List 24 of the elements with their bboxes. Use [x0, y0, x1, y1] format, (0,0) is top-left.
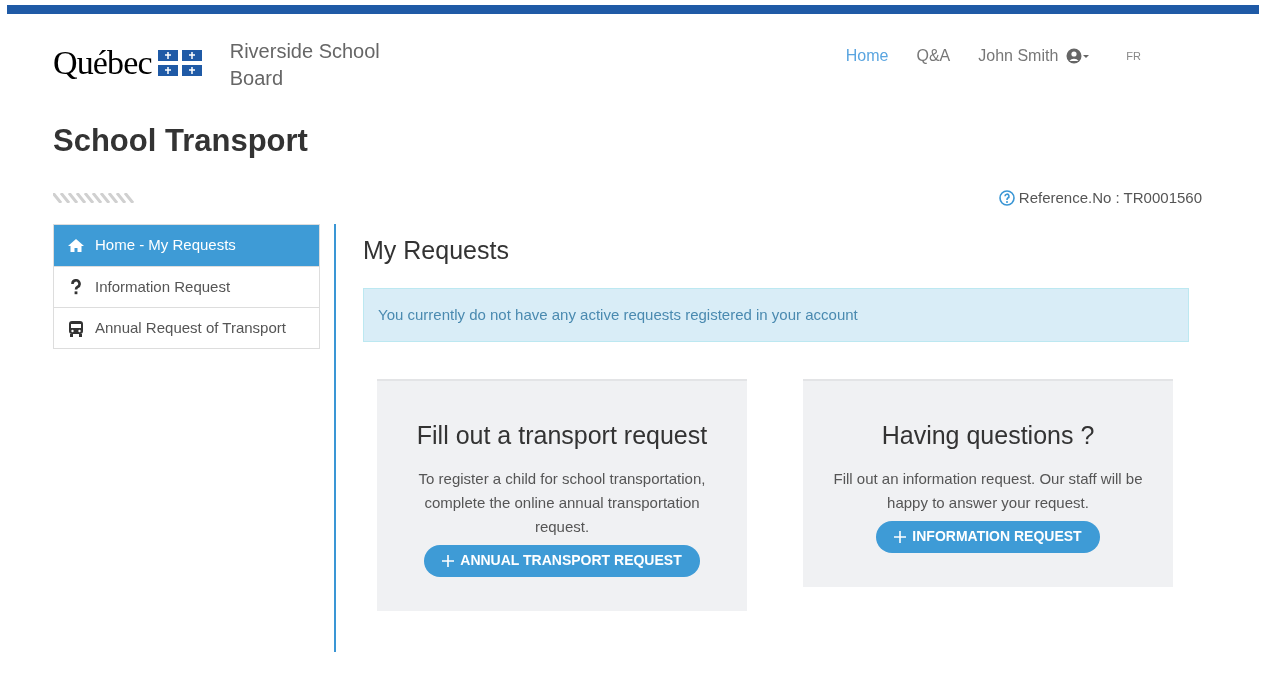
request-button[interactable]: INFORMATION REQUEST [876, 520, 1100, 553]
request-button[interactable]: ANNUAL TRANSPORT REQUEST [424, 544, 700, 577]
user-menu[interactable]: John Smith [978, 44, 1093, 68]
nav-link[interactable]: Q&A [916, 44, 951, 68]
plus-icon [894, 530, 907, 543]
sidebar-item[interactable]: Home - My Requests [54, 225, 319, 266]
section-heading: My Requests [363, 235, 510, 266]
organization-name: Riverside School Board [229, 39, 381, 91]
nav-link[interactable]: Home [845, 44, 889, 68]
home-icon [67, 238, 85, 253]
bus-icon [67, 319, 85, 337]
card-text: To register a child for school transportation, complete the online annual transportation request. [417, 468, 707, 537]
card-text: Fill out an information request. Our staff will be happy to answer your request. [833, 468, 1143, 513]
stripes-icon [53, 192, 137, 203]
flag-icon [157, 50, 202, 76]
language-link[interactable]: FR [1126, 47, 1141, 65]
card-title: Fill out a transport request [416, 420, 708, 451]
reference-number: Reference.No : TR0001560 [1018, 187, 1202, 208]
card-title: Having questions ? [881, 420, 1095, 451]
help-icon [998, 189, 1015, 206]
plus-icon [442, 554, 455, 567]
logo-wordmark: Québec [53, 46, 152, 80]
page-title: School Transport [53, 122, 309, 160]
info-alert: You currently do not have any active requests registered in your account [363, 287, 1189, 342]
